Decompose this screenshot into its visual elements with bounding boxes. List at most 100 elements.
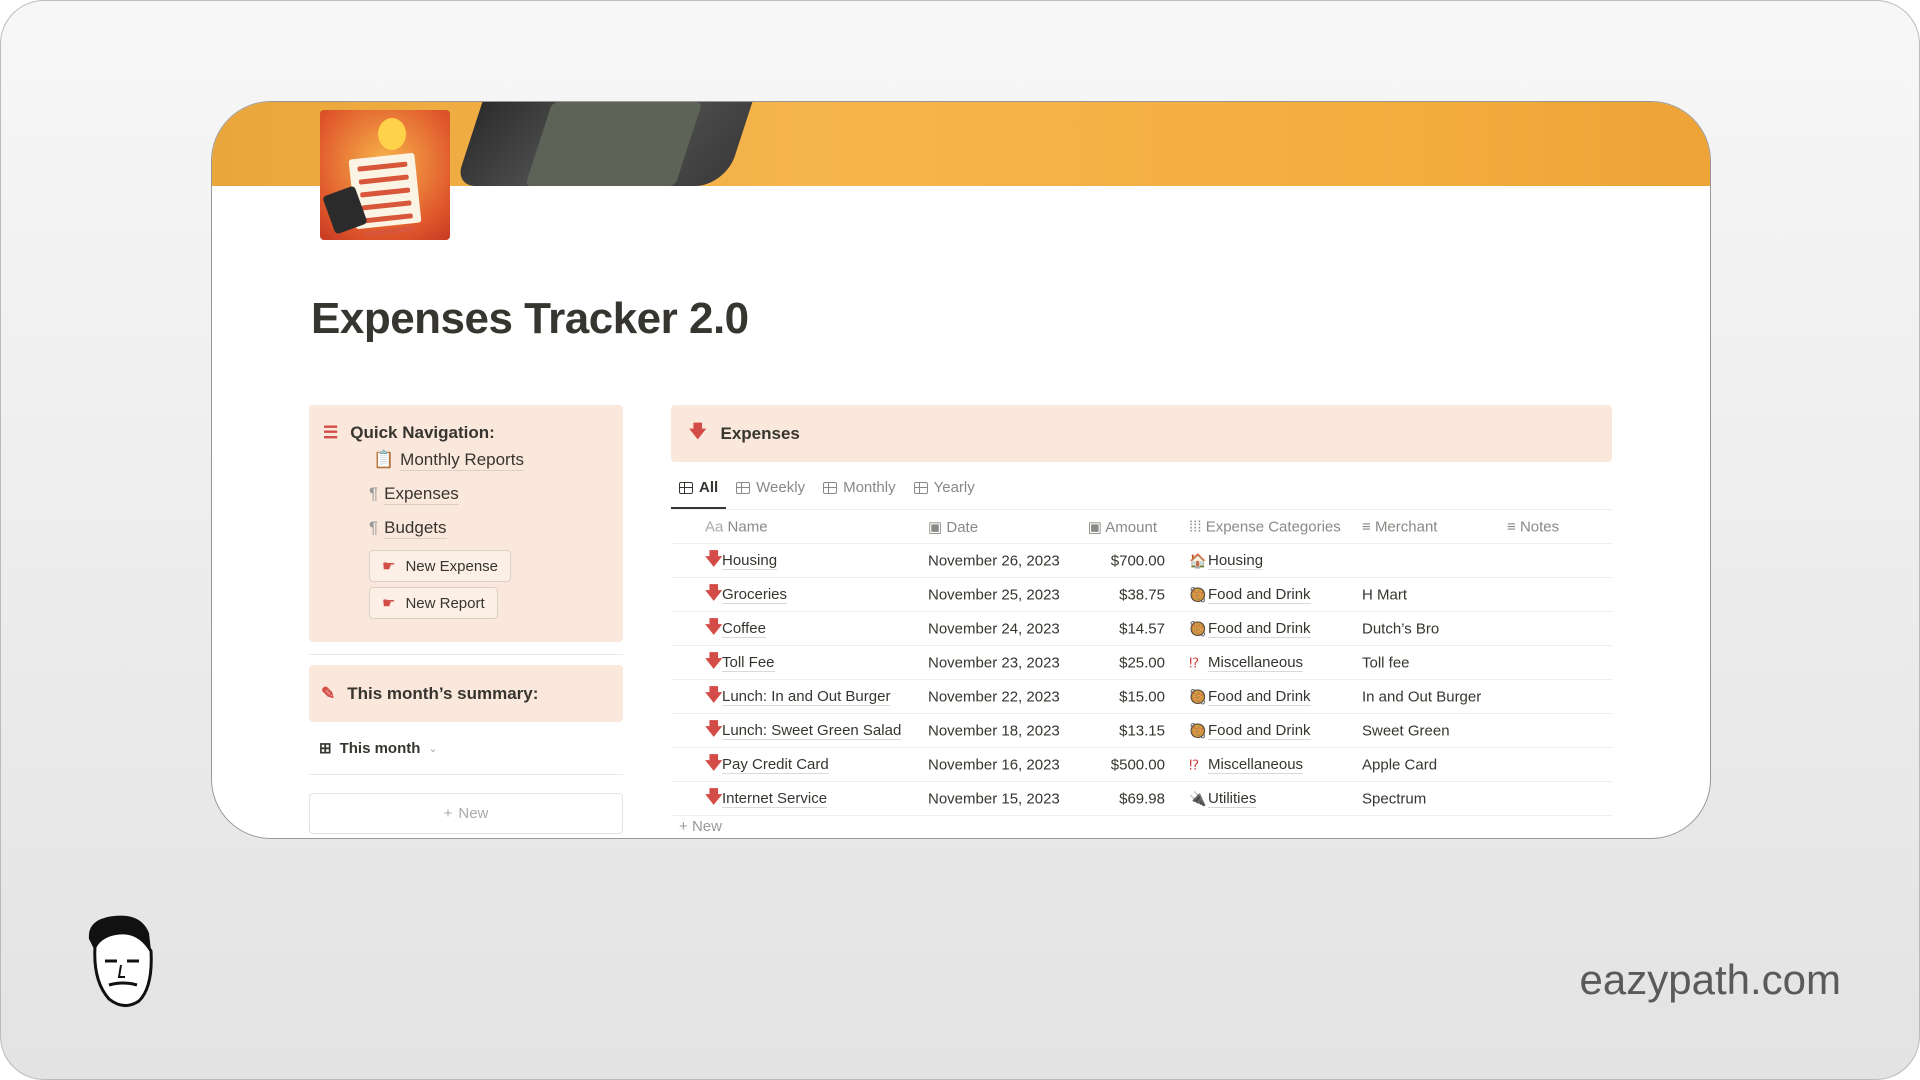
gallery-icon: ⊞ [319,740,332,757]
button-label: New Report [405,594,485,612]
expense-name-link[interactable]: Pay Credit Card [722,756,829,774]
expense-amount: $38.75 [1119,586,1165,603]
category-icon: 🥘 [1189,620,1207,636]
down-arrow-icon: 🡇 [689,422,707,441]
header-label: Date [946,518,979,536]
expense-amount: $500.00 [1110,756,1165,773]
quick-navigation-callout: ☰ Quick Navigation: 📋 Monthly Reports ¶ Exp… [309,405,623,642]
down-arrow-icon: 🡇 [705,549,723,568]
down-arrow-icon: 🡇 [705,753,723,772]
table-row[interactable]: 🡇 Housing November 26, 2023 $700.00 🏠 Ho… [671,544,1612,578]
expense-amount: $700.00 [1110,552,1165,569]
tab-monthly[interactable]: Monthly [823,466,896,509]
down-arrow-icon: 🡇 [705,617,723,636]
category-icon: 🥘 [1189,586,1207,602]
summary-callout: ✎ This month’s summary: [309,665,623,722]
new-summary-button[interactable]: + New [309,793,623,834]
column-header-date[interactable]: ▣ Date [928,518,978,536]
down-arrow-icon: 🡇 [705,651,723,670]
expense-name-link[interactable]: Housing [722,552,778,570]
header-label: Notes [1519,518,1560,535]
merchant: Toll fee [1362,654,1410,671]
table-icon [823,481,838,494]
expense-name-link[interactable]: Groceries [722,586,788,604]
tab-weekly[interactable]: Weekly [736,466,805,509]
card-reader-image [455,102,759,186]
expense-name-link[interactable]: Lunch: Sweet Green Salad [722,722,902,740]
summary-heading: This month’s summary: [347,683,539,703]
tab-label: All [699,479,719,496]
table-row[interactable]: 🡇 Lunch: In and Out Burger November 22, … [671,680,1612,714]
column-header-name[interactable]: Aa Name [705,518,768,535]
text-lines-icon: ≡ [1362,518,1371,535]
pilcrow-icon: ¶ [369,484,379,503]
text-lines-icon: ≡ [1507,518,1516,535]
expense-amount: $69.98 [1119,790,1165,807]
category-icon: ⁉ [1189,756,1200,772]
nav-link-budgets[interactable]: ¶ Budgets [369,511,609,545]
category-icon: 🔌 [1189,790,1207,806]
column-header-merchant[interactable]: ≡ Merchant [1362,518,1437,535]
pilcrow-icon: ¶ [369,518,379,537]
table-row[interactable]: 🡇 Pay Credit Card November 16, 2023 $500… [671,748,1612,782]
quick-nav-heading: Quick Navigation: [350,423,495,442]
expense-date: November 18, 2023 [928,722,1060,739]
table-body: 🡇 Housing November 26, 2023 $700.00 🏠 Ho… [671,544,1612,816]
page-title: Expenses Tracker 2.0 [311,294,749,343]
view-selector-this-month[interactable]: ⊞ This month ⌄ [309,722,623,774]
category-link[interactable]: Food and Drink [1208,722,1311,740]
tab-yearly[interactable]: Yearly [913,466,975,509]
category-link[interactable]: Utilities [1208,790,1257,808]
view-label: This month [339,739,421,757]
expense-date: November 22, 2023 [928,688,1060,705]
category-link[interactable]: Miscellaneous [1208,654,1304,672]
table-row[interactable]: 🡇 Lunch: Sweet Green Salad November 18, … [671,714,1612,748]
table-header: Aa Name ▣ Date ▣ Amount ⁞⁞⁞ Expense Cate… [671,510,1612,544]
table-icon [736,481,751,494]
tab-label: Yearly [933,479,975,496]
table-icon [913,481,928,494]
category-link[interactable]: Miscellaneous [1208,756,1304,774]
merchant: Apple Card [1362,756,1438,773]
category-link[interactable]: Food and Drink [1208,688,1311,706]
down-arrow-icon: 🡇 [705,719,723,738]
edit-list-icon: ✎ [321,683,336,703]
table-row[interactable]: 🡇 Internet Service November 15, 2023 $69… [671,782,1612,816]
expense-name-link[interactable]: Internet Service [722,790,828,808]
plus-icon: + [443,805,453,822]
new-row-button[interactable]: + New [671,816,1612,836]
expense-name-link[interactable]: Coffee [722,620,766,638]
header-label: Name [727,518,768,535]
tab-all[interactable]: All [670,466,727,509]
table-icon [679,481,693,494]
table-row[interactable]: 🡇 Groceries November 25, 2023 $38.75 🥘 F… [671,578,1612,612]
column-header-category[interactable]: ⁞⁞⁞ Expense Categories [1189,518,1341,535]
table-row[interactable]: 🡇 Toll Fee November 23, 2023 $25.00 ⁉ Mi… [671,646,1612,680]
tab-label: Monthly [843,479,896,496]
down-arrow-icon: 🡇 [705,583,723,602]
column-header-notes[interactable]: ≡ Notes [1507,518,1559,535]
column-header-amount[interactable]: ▣ Amount [1088,518,1157,536]
expense-name-link[interactable]: Lunch: In and Out Burger [722,688,891,706]
calendar-icon: ▣ [928,518,943,536]
expense-name-link[interactable]: Toll Fee [722,654,775,672]
merchant: In and Out Burger [1362,688,1482,705]
category-link[interactable]: Housing [1208,552,1264,570]
category-link[interactable]: Food and Drink [1208,620,1311,638]
nav-link-monthly-reports[interactable]: 📋 Monthly Reports [373,443,609,477]
table-row[interactable]: 🡇 Coffee November 24, 2023 $14.57 🥘 Food… [671,612,1612,646]
category-link[interactable]: Food and Drink [1208,586,1311,604]
expense-date: November 24, 2023 [928,620,1060,637]
header-label: Merchant [1374,518,1438,535]
button-label: New Expense [405,557,499,575]
new-report-button[interactable]: ☛ New Report [369,587,498,619]
expense-amount: $13.15 [1119,722,1165,739]
merchant: Sweet Green [1362,722,1450,739]
nav-link-expenses[interactable]: ¶ Expenses [369,477,609,511]
category-icon: ⁉ [1189,654,1200,670]
expenses-database: 🡇 Expenses All Weekly Monthly Yearly Aa N… [670,405,1612,836]
link-label: Budgets [384,517,447,539]
expense-amount: $25.00 [1119,654,1165,671]
page-icon [320,110,450,240]
new-expense-button[interactable]: ☛ New Expense [369,550,512,582]
